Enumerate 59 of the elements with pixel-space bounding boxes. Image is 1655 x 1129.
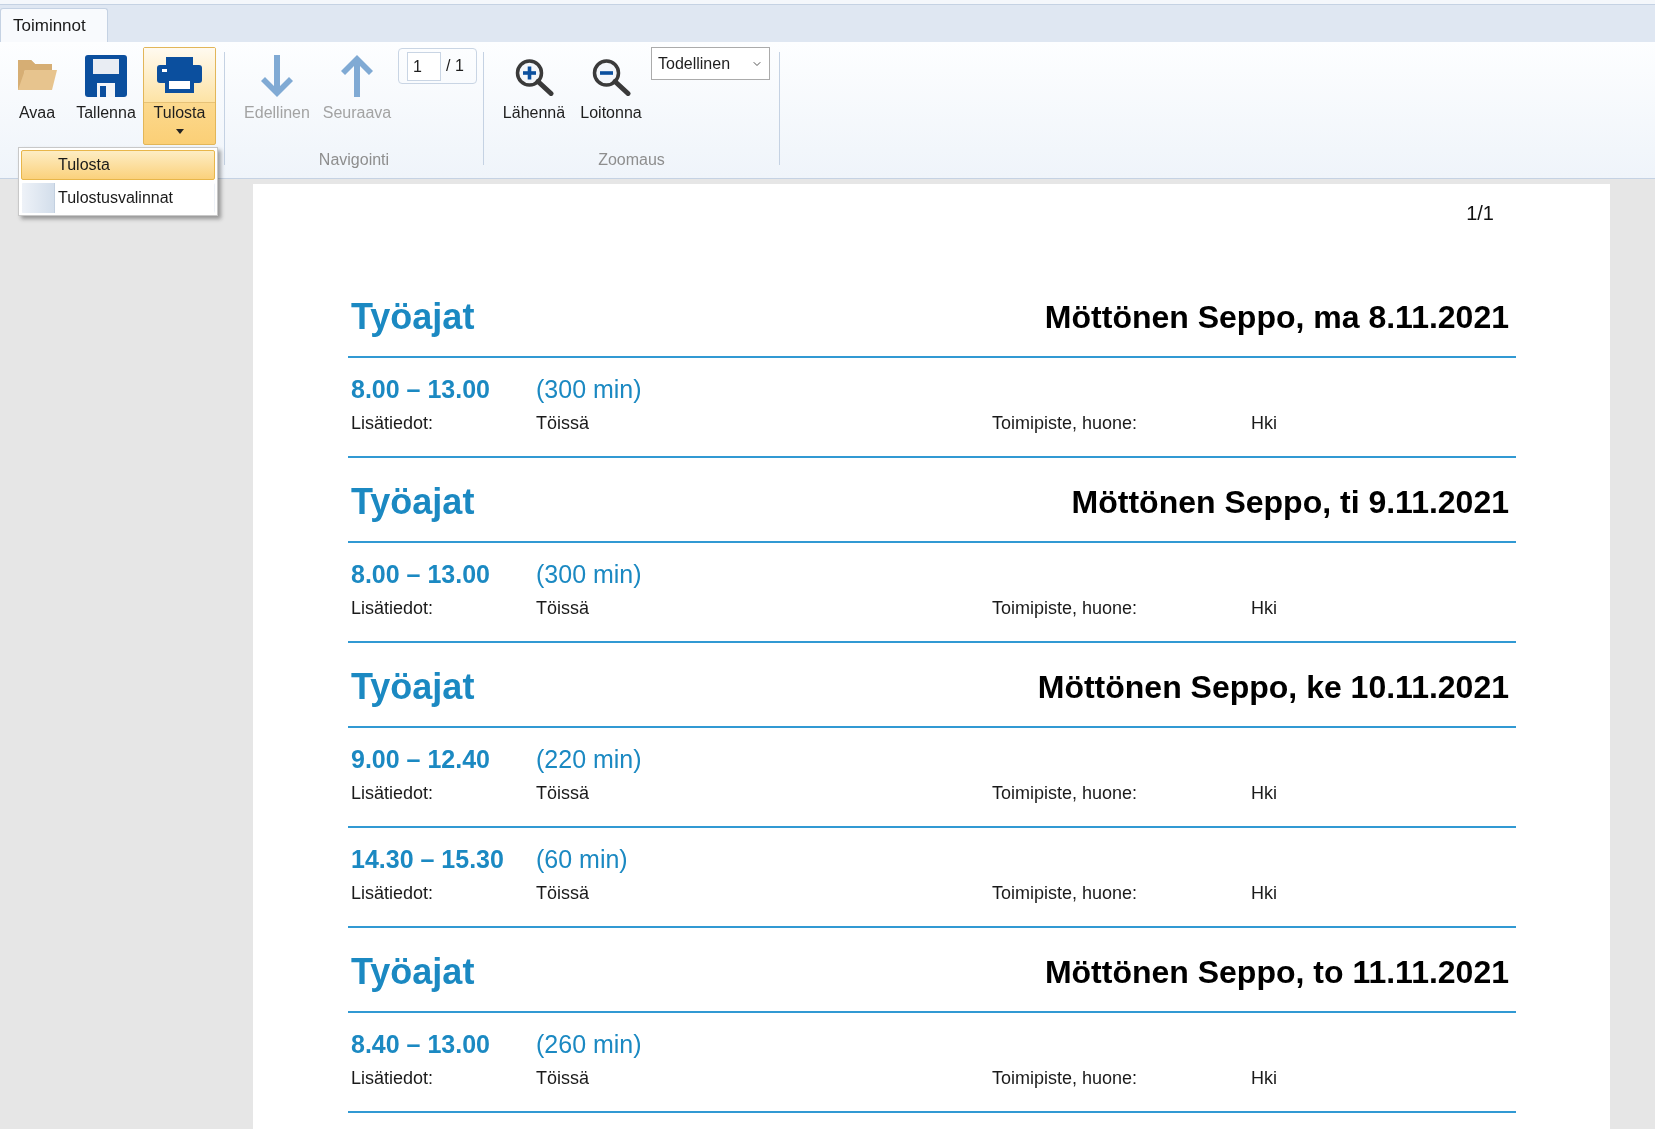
printer-icon xyxy=(157,57,202,93)
location-value: Hki xyxy=(1251,412,1277,434)
section-title: Työajat xyxy=(351,951,475,993)
location-label: Toimipiste, huone: xyxy=(992,412,1139,434)
location-label: Toimipiste, huone: xyxy=(992,882,1139,904)
section-heading: Möttönen Seppo, ti 9.11.2021 xyxy=(1071,483,1509,521)
details-label: Lisätiedot: xyxy=(351,1067,435,1089)
time-range: 14.30 – 15.30 xyxy=(351,844,505,874)
ribbon-tab[interactable]: Toiminnot xyxy=(0,8,108,42)
caret-icon xyxy=(175,129,184,134)
details-value: Töissä xyxy=(536,597,590,619)
location-label: Toimipiste, huone: xyxy=(992,597,1139,619)
zoom-out-button[interactable]: Loitonna xyxy=(574,47,648,145)
time-range: 8.00 – 13.00 xyxy=(351,374,491,404)
duration-text: (300 min) xyxy=(536,559,642,589)
details-value: Töissä xyxy=(536,412,590,434)
location-value: Hki xyxy=(1251,782,1277,804)
section-title: Työajat xyxy=(351,481,475,523)
location-value: Hki xyxy=(1251,1067,1277,1089)
menu-item[interactable]: Tulostusvalinnat xyxy=(21,183,215,213)
details-label: Lisätiedot: xyxy=(351,412,435,434)
details-value: Töissä xyxy=(536,782,590,804)
open-button[interactable]: Avaa xyxy=(8,47,66,145)
duration-text: (260 min) xyxy=(536,1029,642,1059)
time-range: 9.00 – 12.40 xyxy=(351,744,491,774)
print-button[interactable]: Tulosta xyxy=(143,47,216,145)
section-title: Työajat xyxy=(351,666,475,708)
group-label: Navigointi xyxy=(318,150,390,170)
location-label: Toimipiste, huone: xyxy=(992,782,1139,804)
details-label: Lisätiedot: xyxy=(351,597,435,619)
duration-text: (300 min) xyxy=(536,374,642,404)
page-total-label: / 1 xyxy=(446,56,464,76)
save-button[interactable]: Tallenna xyxy=(72,47,140,145)
location-value: Hki xyxy=(1251,597,1277,619)
details-label: Lisätiedot: xyxy=(351,882,435,904)
zoom-select[interactable]: Todellinen xyxy=(651,47,770,80)
section-heading: Möttönen Seppo, to 11.11.2021 xyxy=(1044,953,1509,991)
duration-text: (60 min) xyxy=(536,844,628,874)
down-arrow-icon xyxy=(259,55,295,97)
section-heading: Möttönen Seppo, ma 8.11.2021 xyxy=(1044,298,1509,336)
folder-icon xyxy=(17,58,57,92)
time-range: 8.40 – 13.00 xyxy=(351,1029,491,1059)
section-heading: Möttönen Seppo, ke 10.11.2021 xyxy=(1037,668,1509,706)
page-number-field[interactable]: 1 xyxy=(407,51,441,81)
up-arrow-icon xyxy=(339,55,375,97)
page-number: 1/1 xyxy=(1466,201,1494,225)
zoom-out-icon xyxy=(591,59,631,96)
details-value: Töissä xyxy=(536,1067,590,1089)
group-label: Zoomaus xyxy=(598,150,665,170)
details-value: Töissä xyxy=(536,882,590,904)
details-label: Lisätiedot: xyxy=(351,782,435,804)
section-title: Työajat xyxy=(351,296,475,338)
zoom-in-icon xyxy=(514,59,554,96)
time-range: 8.00 – 13.00 xyxy=(351,559,491,589)
duration-text: (220 min) xyxy=(536,744,642,774)
location-value: Hki xyxy=(1251,882,1277,904)
menu-item[interactable]: Tulosta xyxy=(21,150,215,180)
location-label: Toimipiste, huone: xyxy=(992,1067,1139,1089)
zoom-in-button[interactable]: Lähennä xyxy=(498,47,570,145)
